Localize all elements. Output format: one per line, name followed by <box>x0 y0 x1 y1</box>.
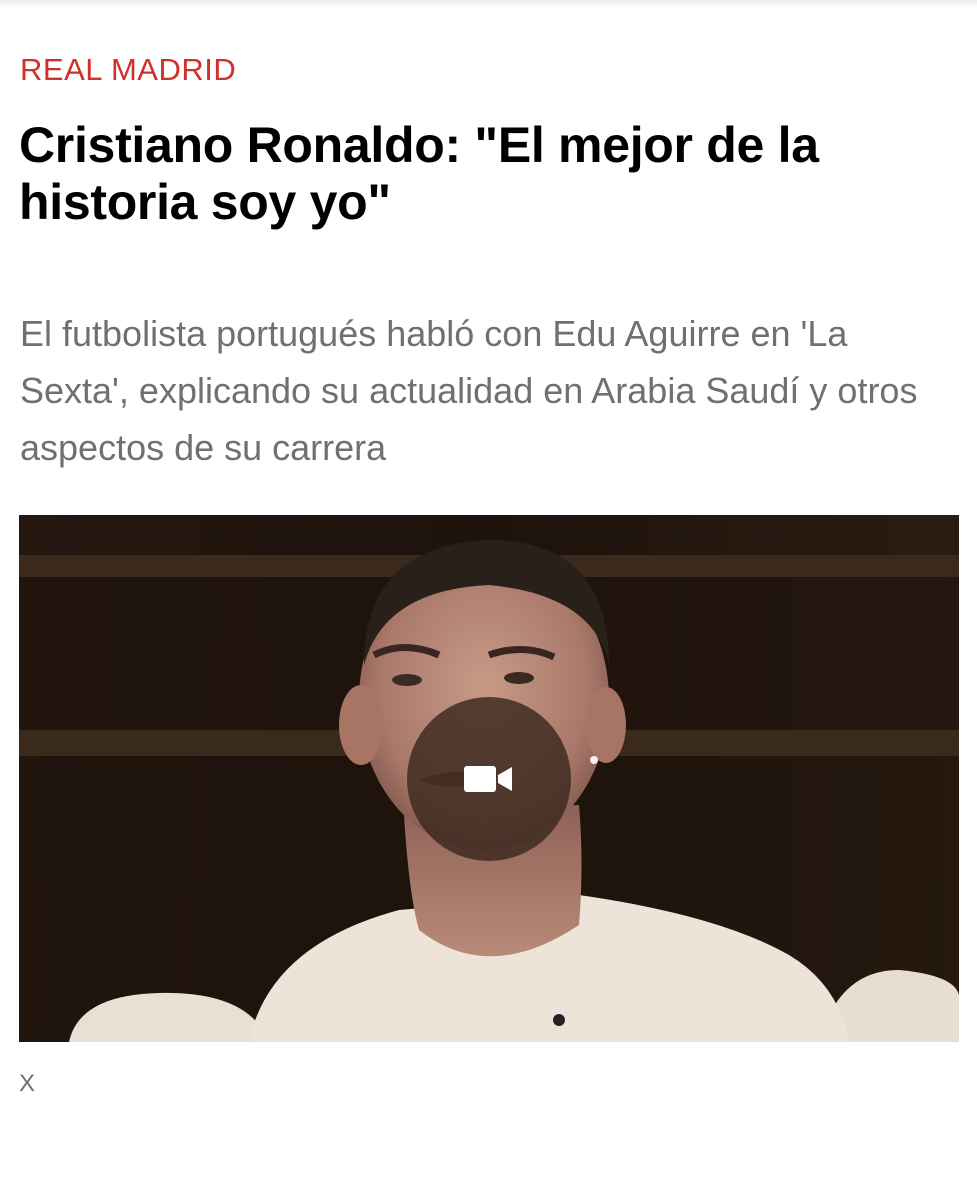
article-headline: Cristiano Ronaldo: "El mejor de la histo… <box>19 117 819 230</box>
video-player[interactable] <box>19 515 959 1042</box>
top-shadow <box>0 0 977 8</box>
media-caption: X <box>19 1070 36 1097</box>
section-label[interactable]: REAL MADRID <box>20 52 236 88</box>
video-camera-icon <box>464 766 512 792</box>
play-video-button[interactable] <box>407 697 571 861</box>
article-subtitle: El futbolista portugués habló con Edu Ag… <box>20 313 918 468</box>
